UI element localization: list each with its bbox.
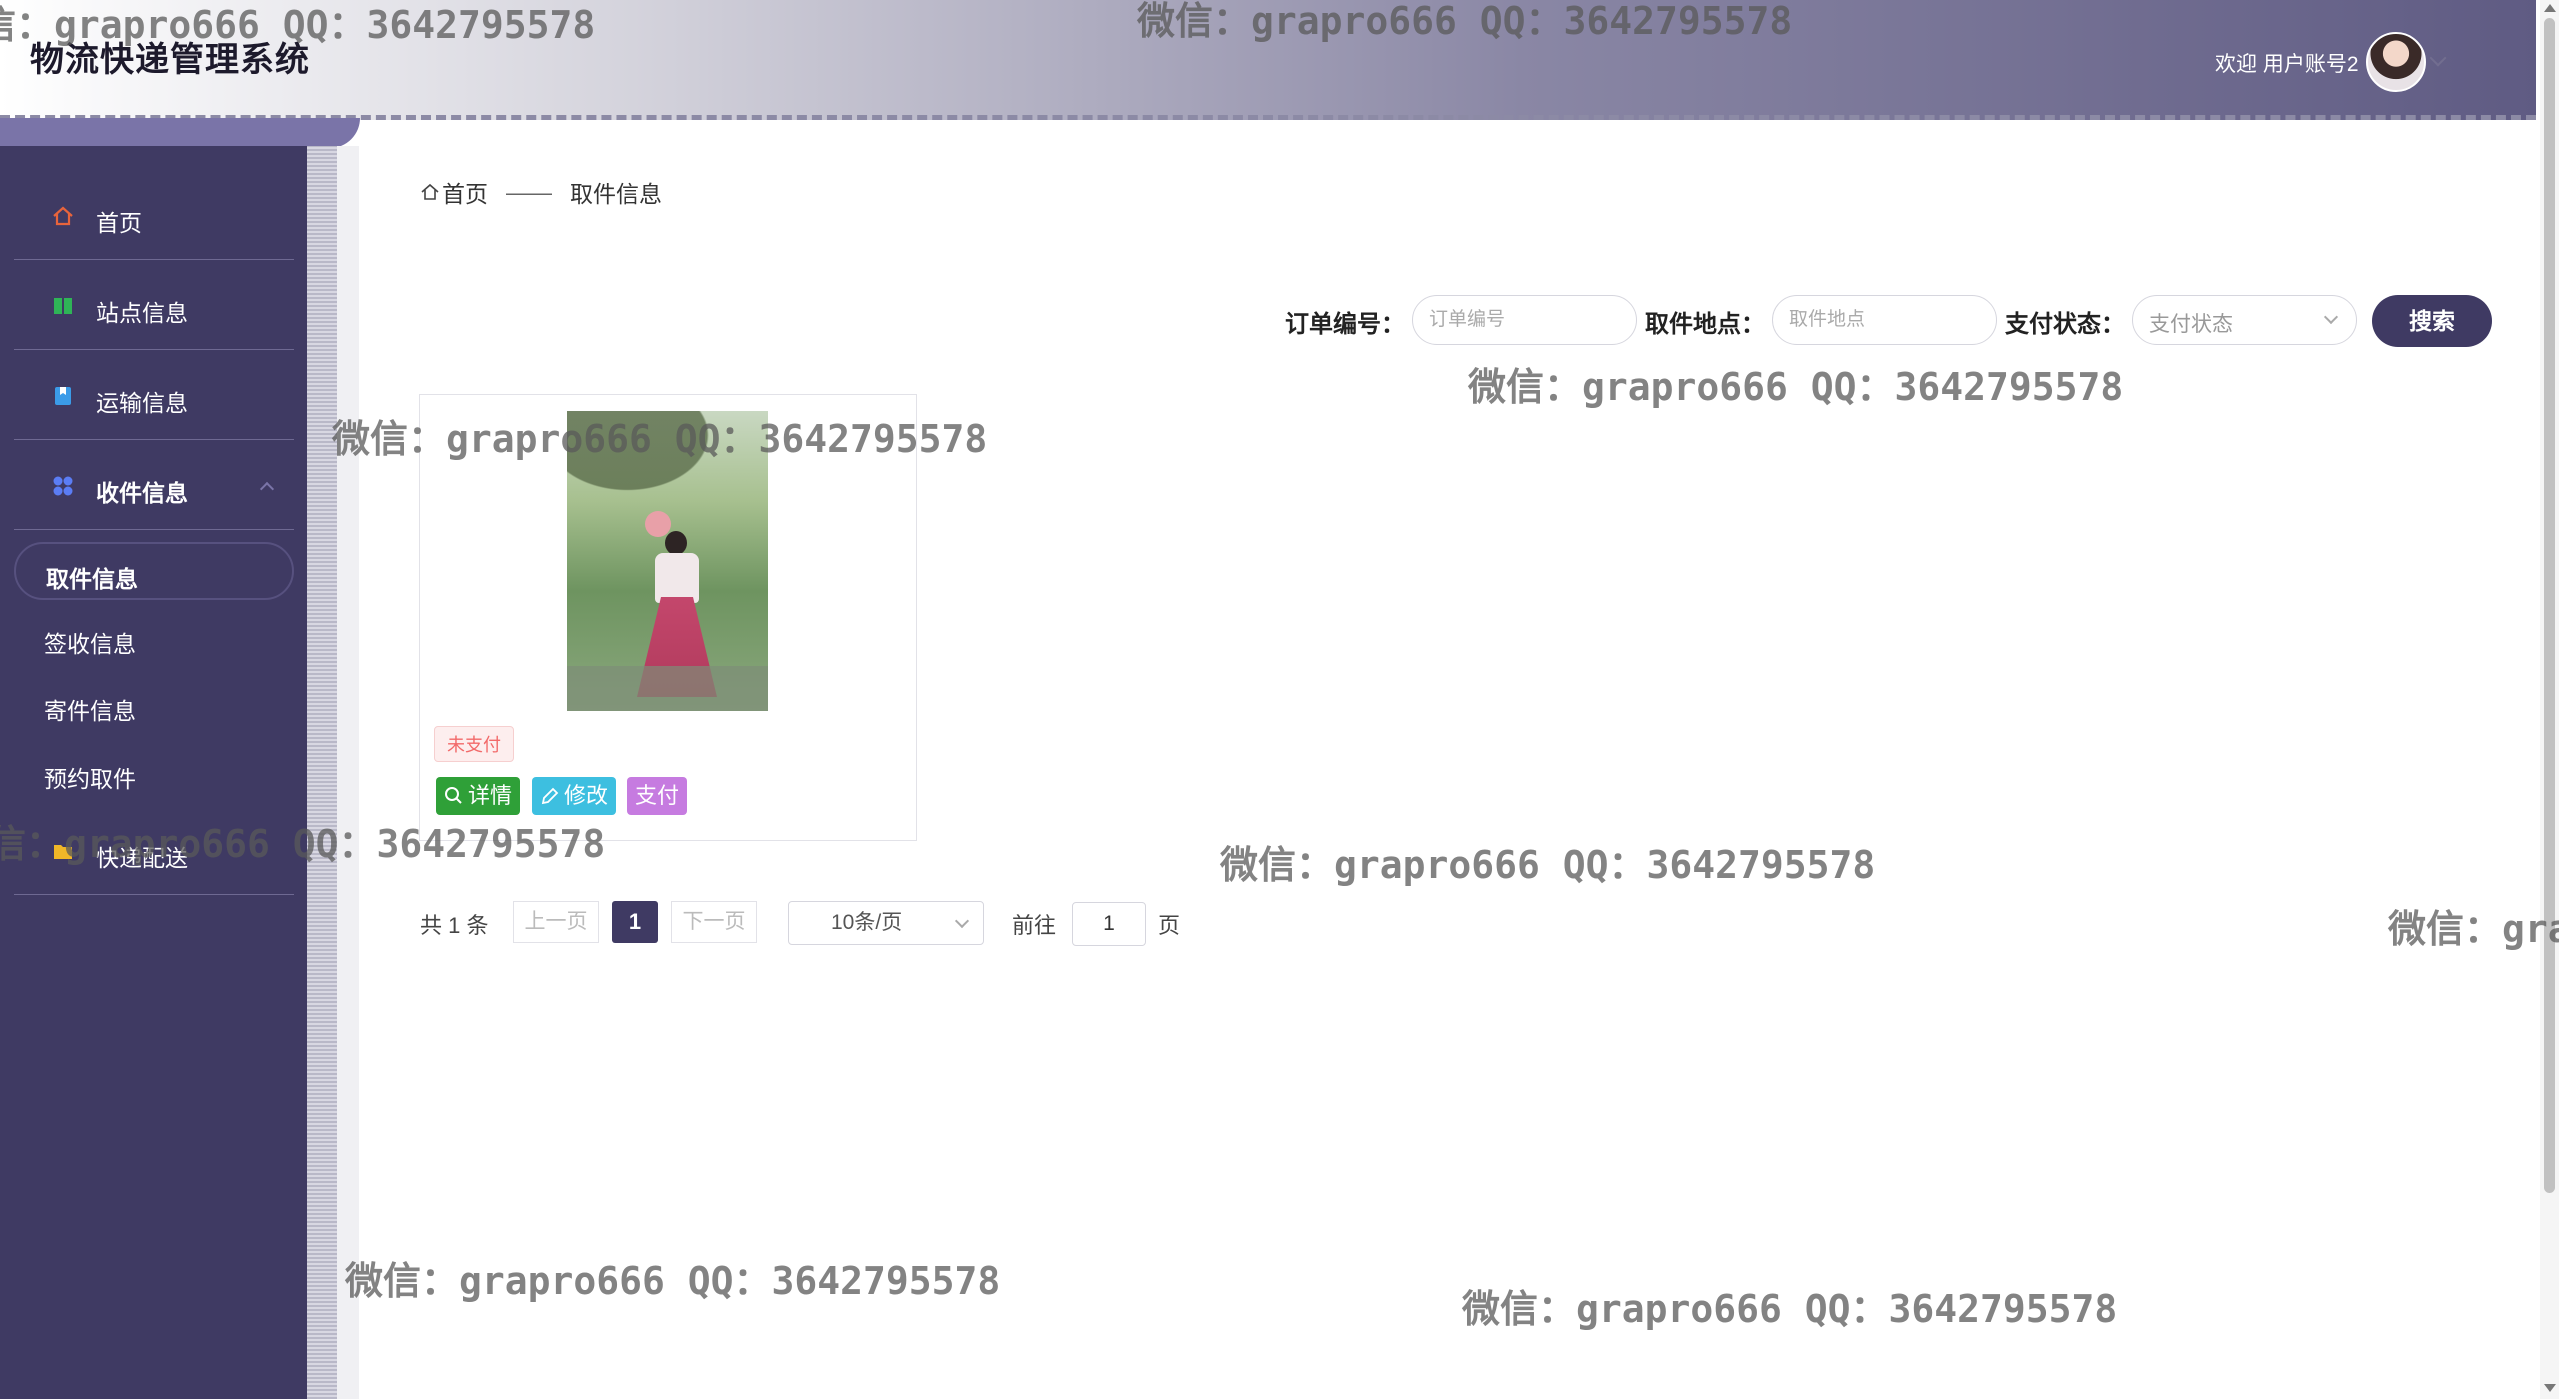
watermark: 微信：grapro666 QQ：3642795578 [1220,843,1876,887]
pagination-prev-button[interactable]: 上一页 [513,901,599,943]
sidebar-subitem-pickup[interactable]: 取件信息 [14,542,294,600]
watermark: 微信：grapro666 QQ：3642795578 [345,1259,1001,1303]
watermark: 微信：grapro666 QQ：3642795578 [2388,907,2559,951]
pagination-size-value: 10条/页 [831,911,903,934]
home-icon [53,206,73,226]
pagination-goto-input[interactable]: 1 [1072,902,1146,946]
breadcrumb-current: 取件信息 [570,181,662,207]
sidebar-item-stations[interactable]: 站点信息 [14,260,294,350]
sidebar-subitem-label: 预约取件 [44,766,136,792]
payment-status-badge: 未支付 [434,726,514,762]
detail-button-label: 详情 [468,783,513,808]
payment-status-select[interactable]: 支付状态 [2132,295,2357,345]
pickup-place-input[interactable] [1772,295,1997,345]
folder-icon [54,845,72,859]
chevron-down-icon[interactable] [2429,49,2447,67]
edit-button-label: 修改 [564,783,609,808]
sidebar-item-label: 站点信息 [96,300,188,326]
sidebar-subitem-label: 取件信息 [46,566,138,592]
pickup-photo[interactable] [567,411,768,711]
detail-button[interactable]: 详情 [436,777,521,815]
app-title: 物流快递管理系统 [30,41,310,79]
order-number-input[interactable] [1412,295,1637,345]
pencil-icon [541,787,559,805]
watermark: 微信：grapro666 QQ：3642795578 [1468,365,2124,409]
chevron-down-icon [954,913,970,929]
pagination-goto-label: 前往 [1012,913,1057,938]
order-number-label: 订单编号： [1285,311,1405,338]
breadcrumb-home: 首页 [442,181,488,207]
pay-button-label: 支付 [635,783,680,808]
breadcrumb-separator: —— [506,178,552,205]
chevron-up-icon [259,481,275,497]
sidebar-item-label: 收件信息 [96,480,188,506]
sidebar-subitem-sending[interactable]: 寄件信息 [14,676,294,734]
sidebar-item-home[interactable]: 首页 [14,170,294,260]
sidebar-top-tab [0,118,360,148]
chevron-down-icon [2323,309,2339,325]
pagination-total: 共 1 条 [420,913,489,938]
pickup-card: 未支付 详情 修改 支付 [419,394,917,841]
user-avatar[interactable] [2366,32,2426,92]
search-button[interactable]: 搜索 [2372,295,2492,347]
scroll-up-icon[interactable] [2544,4,2556,12]
top-header: 物流快递管理系统 欢迎 用户账号2 [0,0,2536,120]
payment-status-label: 支付状态： [2005,311,2125,338]
sidebar-item-receiving[interactable]: 收件信息 [14,440,294,530]
watermark: 微信：grapro666 QQ：3642795578 [1462,1287,2118,1331]
edit-button[interactable]: 修改 [532,777,617,815]
pay-button[interactable]: 支付 [627,777,688,815]
sidebar-item-label: 快递配送 [96,845,188,871]
sidebar-edge-strip [307,146,337,1399]
sidebar-item-transport[interactable]: 运输信息 [14,350,294,440]
bookmark-icon [55,387,71,405]
welcome-text: 欢迎 用户账号2 [2215,53,2359,76]
sidebar-item-label: 首页 [96,210,142,236]
sidebar-subitem-label: 寄件信息 [44,698,136,724]
sidebar-subitem-signed[interactable]: 签收信息 [14,609,294,667]
pagination-size-select[interactable]: 10条/页 [788,901,984,945]
page-scrollbar[interactable] [2540,0,2559,1399]
payment-status-placeholder: 支付状态 [2149,313,2233,336]
sidebar-item-label: 运输信息 [96,390,188,416]
pagination-goto-suffix: 页 [1158,913,1181,938]
content-edge-strip [337,146,359,1399]
scroll-down-icon[interactable] [2544,1384,2556,1392]
sidebar-subitem-label: 签收信息 [44,631,136,657]
grid-icon [53,476,73,496]
pickup-place-label: 取件地点： [1645,311,1765,338]
sidebar-item-delivery[interactable]: 快递配送 [14,805,294,895]
sidebar-subitem-appointment[interactable]: 预约取件 [14,744,294,802]
pagination-next-button[interactable]: 下一页 [671,901,757,943]
breadcrumb: 首页 —— 取件信息 [420,175,662,209]
pagination-current-page[interactable]: 1 [612,901,658,943]
scroll-thumb[interactable] [2544,18,2555,1193]
home-icon [421,183,439,200]
book-icon [54,298,72,314]
breadcrumb-home-link[interactable]: 首页 [420,175,488,209]
search-icon [445,787,462,804]
